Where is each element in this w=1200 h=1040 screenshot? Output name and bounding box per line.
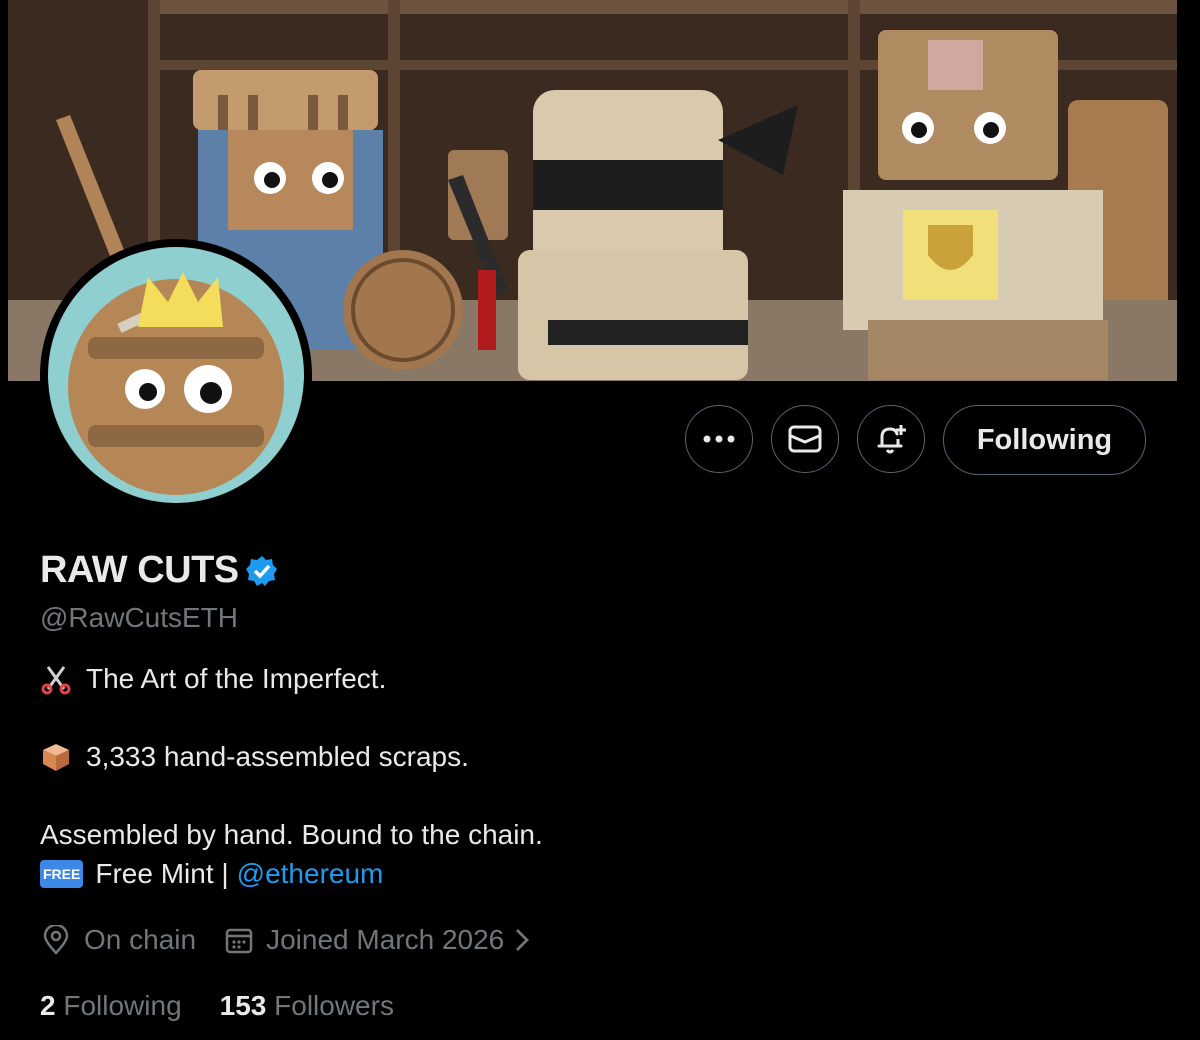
chevron-right-icon[interactable] xyxy=(512,926,532,954)
bell-plus-icon xyxy=(877,425,906,454)
notifications-button[interactable] xyxy=(857,405,925,473)
message-button[interactable] xyxy=(771,405,839,473)
profile-handle: @RawCutsETH xyxy=(40,602,239,633)
more-button[interactable] xyxy=(685,405,753,473)
more-icon xyxy=(703,435,735,443)
followers-label: Followers xyxy=(274,990,394,1021)
verified-badge-icon[interactable] xyxy=(245,554,279,588)
profile-meta: On chain Joined March 2026 xyxy=(42,924,532,956)
follow-counts: 2 Following 153 Followers xyxy=(40,990,394,1022)
following-count: 2 xyxy=(40,990,56,1021)
bio-line-3: Assembled by hand. Bound to the chain. xyxy=(40,819,543,851)
free-badge-icon: FREE xyxy=(40,860,84,888)
bio-text-3: Assembled by hand. Bound to the chain. xyxy=(40,819,543,850)
mail-icon xyxy=(788,425,822,453)
bio-line-2: 3,333 hand-assembled scraps. xyxy=(40,741,469,773)
location-text: On chain xyxy=(84,924,197,955)
scissors-icon xyxy=(41,666,71,695)
following-count-link[interactable]: 2 Following xyxy=(40,990,182,1022)
calendar-icon xyxy=(225,928,253,954)
joined-date-link[interactable]: Joined March 2026 xyxy=(266,924,504,956)
followers-count-link[interactable]: 153 Followers xyxy=(220,990,394,1022)
bio-text-2: 3,333 hand-assembled scraps. xyxy=(86,741,469,772)
following-button[interactable]: Following xyxy=(943,405,1146,475)
profile-name: RAW CUTS xyxy=(40,549,239,591)
followers-count: 153 xyxy=(219,990,267,1021)
following-label: Following xyxy=(63,990,182,1021)
bio-line-1: The Art of the Imperfect. xyxy=(40,663,386,695)
location-pin-icon xyxy=(43,925,69,955)
bio-text-4: Free Mint | xyxy=(95,858,229,889)
avatar-image xyxy=(48,247,304,503)
bio-line-4: FREE Free Mint | @ethereum xyxy=(40,858,383,890)
ethereum-mention-link[interactable]: @ethereum xyxy=(237,858,384,890)
profile-avatar[interactable] xyxy=(40,239,312,511)
package-icon xyxy=(43,744,69,771)
bio-text-1: The Art of the Imperfect. xyxy=(86,663,387,694)
profile-name-row: RAW CUTS xyxy=(40,549,279,592)
